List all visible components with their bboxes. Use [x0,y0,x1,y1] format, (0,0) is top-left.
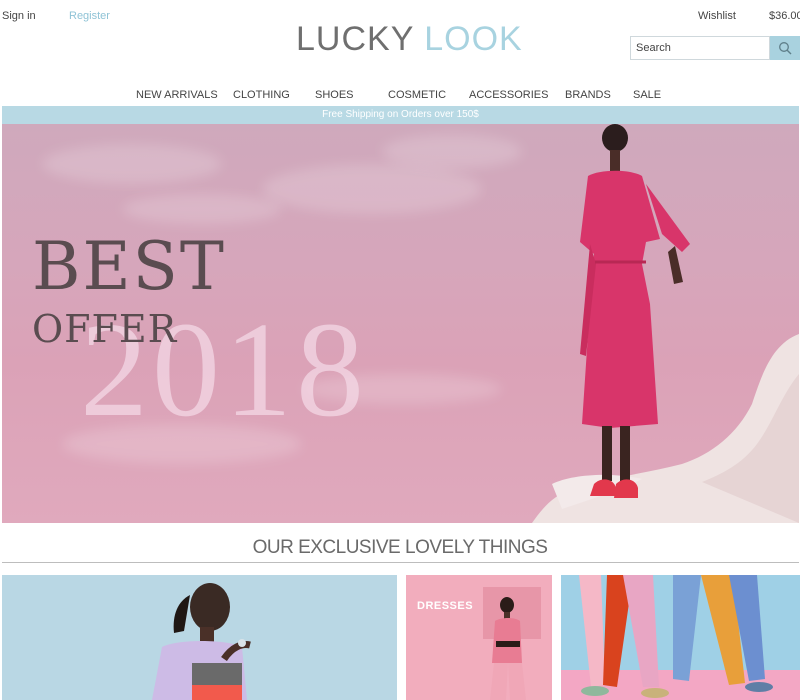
wishlist-link[interactable]: Wishlist [698,10,736,22]
category-tile-3[interactable] [561,575,800,700]
top-bar: Sign in Register Wishlist $36.00 LUCKY L… [0,0,800,90]
dresses-model-image [406,575,552,700]
logo-word-look: LOOK [424,20,523,58]
hero-headline-best: BEST [32,228,226,305]
search-input[interactable] [630,36,770,60]
search-icon [779,42,792,55]
model-portrait-image [2,575,397,700]
logo-word-lucky: LUCKY [296,20,414,58]
tile-label-dresses: DRESSES [417,600,474,612]
section-divider [2,562,799,563]
nav-accessories[interactable]: ACCESSORIES [469,89,548,101]
search-button[interactable] [770,36,800,60]
nav-new-arrivals[interactable]: NEW ARRIVALS [136,89,218,101]
model-in-red-dress-image [580,124,690,498]
search-box [630,36,800,60]
category-tile-1[interactable] [2,575,397,700]
hero-banner[interactable]: 2018 BEST OFFER [2,124,799,523]
cart-total[interactable]: $36.00 [769,10,800,22]
nav-brands[interactable]: BRANDS [565,89,611,101]
hero-headline-offer: OFFER [32,307,178,351]
free-shipping-banner: Free Shipping on Orders over 150$ [2,106,799,124]
nav-sale[interactable]: SALE [633,89,661,101]
category-tile-dresses[interactable]: DRESSES [406,575,552,700]
sign-in-link[interactable]: Sign in [2,10,36,22]
main-nav: NEW ARRIVALS CLOTHING SHOES COSMETIC ACC… [0,89,800,105]
section-title: OUR EXCLUSIVE LOVELY THINGS [252,537,548,558]
nav-shoes[interactable]: SHOES [315,89,354,101]
nav-cosmetic[interactable]: COSMETIC [388,89,446,101]
register-link[interactable]: Register [69,10,110,22]
trousers-legs-image [561,575,800,700]
site-logo[interactable]: LUCKY LOOK [296,22,523,56]
nav-clothing[interactable]: CLOTHING [233,89,290,101]
